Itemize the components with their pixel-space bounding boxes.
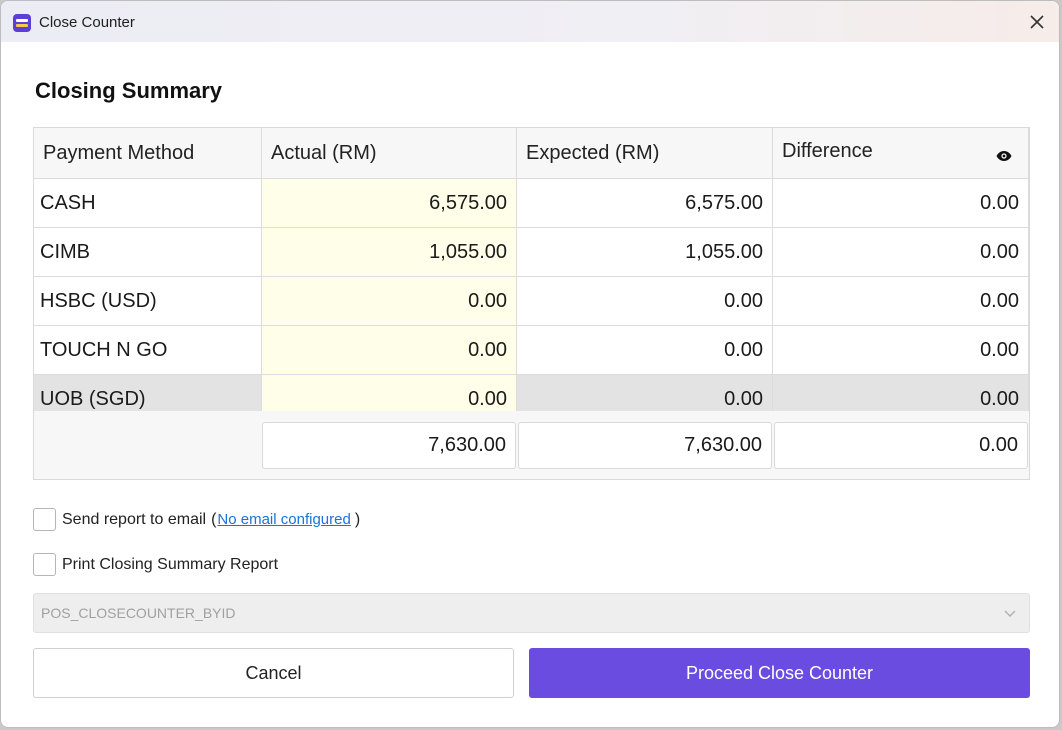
- header-difference-label: Difference: [782, 140, 873, 162]
- toggle-difference-visibility[interactable]: [996, 145, 1014, 161]
- actual-amount-input[interactable]: 0.00: [262, 277, 517, 326]
- title-bar: Close Counter: [1, 1, 1059, 42]
- table-body: CASH 6,575.00 6,575.00 0.00 CIMB 1,055.0…: [34, 179, 1029, 411]
- paren-close: ): [354, 510, 361, 528]
- payment-method-cell: UOB (SGD): [34, 375, 262, 411]
- paren-open: (: [211, 510, 217, 528]
- table-row[interactable]: HSBC (USD) 0.00 0.00 0.00: [34, 277, 1029, 326]
- cancel-button[interactable]: Cancel: [33, 648, 514, 698]
- expected-amount-cell: 1,055.00: [517, 228, 773, 277]
- payment-method-cell: HSBC (USD): [34, 277, 262, 326]
- close-counter-dialog: Close Counter Closing Summary Payment Me…: [0, 0, 1060, 728]
- actual-amount-input[interactable]: 0.00: [262, 375, 517, 411]
- print-report-checkbox[interactable]: [33, 553, 56, 576]
- header-actual-label: Actual (RM): [271, 141, 377, 164]
- actual-amount-input[interactable]: 0.00: [262, 326, 517, 375]
- eye-icon: [996, 151, 1012, 161]
- send-email-checkbox[interactable]: [33, 508, 56, 531]
- chevron-down-icon: [1004, 610, 1016, 617]
- send-email-label: Send report to email: [62, 510, 207, 528]
- header-payment-method: Payment Method: [34, 128, 262, 179]
- expected-amount-cell: 0.00: [517, 326, 773, 375]
- close-icon: [1030, 15, 1044, 29]
- table-row[interactable]: CIMB 1,055.00 1,055.00 0.00: [34, 228, 1029, 277]
- table-row-selected[interactable]: UOB (SGD) 0.00 0.00 0.00: [34, 375, 1029, 411]
- header-difference: Difference: [773, 128, 1029, 179]
- payment-method-cell: CASH: [34, 179, 262, 228]
- difference-cell: 0.00: [773, 228, 1029, 277]
- header-expected: Expected (RM): [517, 128, 773, 179]
- print-report-option: Print Closing Summary Report: [33, 553, 278, 576]
- expected-amount-cell: 0.00: [517, 277, 773, 326]
- header-actual: Actual (RM): [262, 128, 517, 179]
- difference-cell: 0.00: [773, 375, 1029, 411]
- total-difference: 0.00: [774, 422, 1028, 469]
- page-title: Closing Summary: [35, 78, 223, 103]
- window-title: Close Counter: [39, 14, 135, 31]
- total-actual: 7,630.00: [262, 422, 516, 469]
- payment-method-cell: CIMB: [34, 228, 262, 277]
- difference-cell: 0.00: [773, 179, 1029, 228]
- table-row[interactable]: CASH 6,575.00 6,575.00 0.00: [34, 179, 1029, 228]
- table-row[interactable]: TOUCH N GO 0.00 0.00 0.00: [34, 326, 1029, 375]
- send-email-option: Send report to email ( No email configur…: [33, 508, 360, 531]
- report-template-value: POS_CLOSECOUNTER_BYID: [41, 605, 236, 621]
- header-payment-method-label: Payment Method: [43, 141, 195, 164]
- app-logo-icon: [13, 14, 31, 32]
- close-window-button[interactable]: [1025, 10, 1049, 34]
- difference-cell: 0.00: [773, 277, 1029, 326]
- expected-amount-cell: 0.00: [517, 375, 773, 411]
- expected-amount-cell: 6,575.00: [517, 179, 773, 228]
- total-expected: 7,630.00: [518, 422, 772, 469]
- print-report-label: Print Closing Summary Report: [62, 555, 279, 573]
- report-template-select[interactable]: POS_CLOSECOUNTER_BYID: [33, 593, 1030, 633]
- header-expected-label: Expected (RM): [526, 141, 660, 164]
- difference-cell: 0.00: [773, 326, 1029, 375]
- actual-amount-input[interactable]: 6,575.00: [262, 179, 517, 228]
- proceed-close-counter-button[interactable]: Proceed Close Counter: [529, 648, 1030, 698]
- closing-summary-table: Payment Method Actual (RM) Expected (RM)…: [33, 127, 1030, 480]
- payment-method-cell: TOUCH N GO: [34, 326, 262, 375]
- no-email-configured-link[interactable]: No email configured: [217, 511, 350, 528]
- actual-amount-input[interactable]: 1,055.00: [262, 228, 517, 277]
